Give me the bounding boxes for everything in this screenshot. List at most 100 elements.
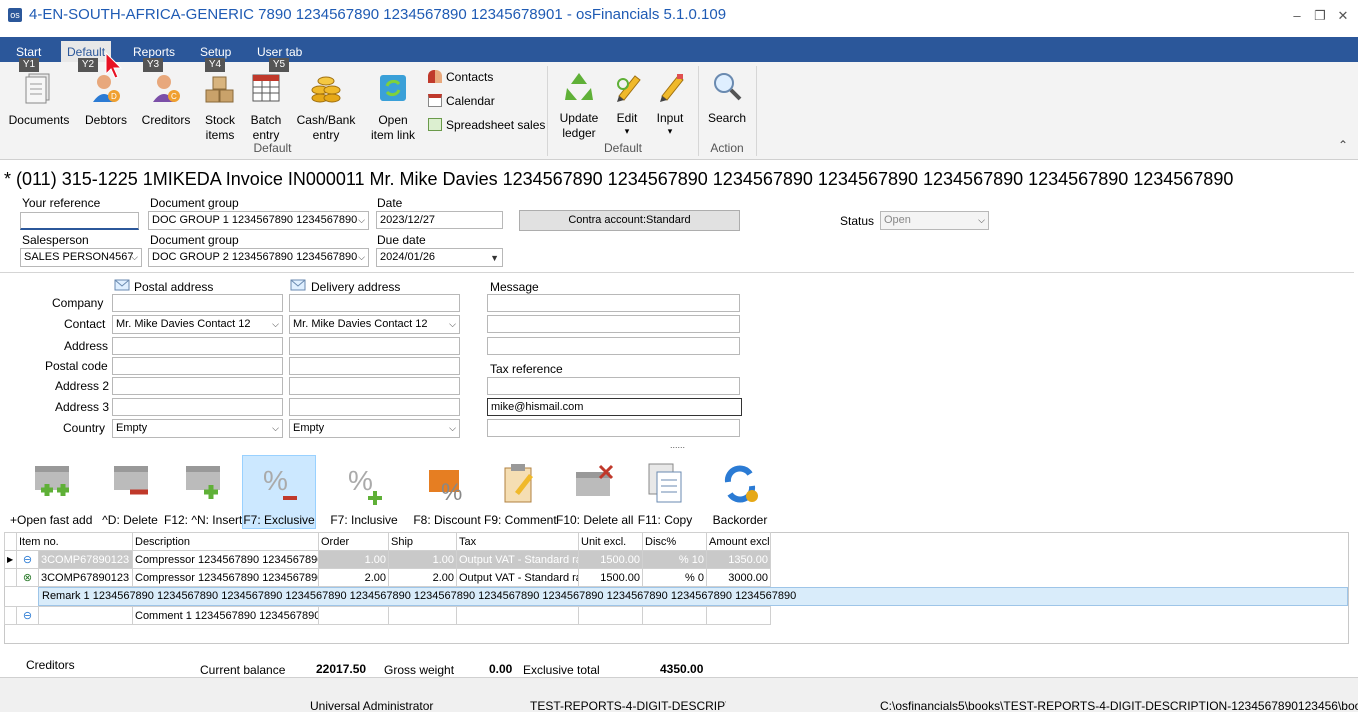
contacts-button[interactable]: Contacts xyxy=(428,70,493,84)
col-disc[interactable]: Disc% xyxy=(642,532,707,551)
stock-items-button[interactable]: Stock items xyxy=(200,72,240,143)
table-row[interactable]: ▶ ⊖ 3COMP67890123 Compressor 1234567890 … xyxy=(4,550,771,569)
col-unit-excl[interactable]: Unit excl. xyxy=(578,532,643,551)
message-line-3[interactable] xyxy=(487,337,740,355)
edit-button[interactable]: Edit ▾ xyxy=(608,70,646,136)
cell-description[interactable]: Compressor 1234567890 1234567890 xyxy=(132,550,319,569)
open-item-link-button[interactable]: Open item link xyxy=(366,72,420,143)
batch-entry-button[interactable]: Batch entry xyxy=(246,72,286,143)
delete-line-button[interactable]: ^D: Delete xyxy=(100,462,160,527)
cell-amount-excl[interactable]: 1350.00 xyxy=(706,550,771,569)
email-input[interactable]: mike@hismail.com xyxy=(487,398,742,416)
row-expand-icon[interactable]: ⊖ xyxy=(16,606,39,625)
postal-country-select[interactable]: Empty ⌵ xyxy=(112,419,283,438)
col-amount-excl[interactable]: Amount excl xyxy=(706,532,771,551)
cash-bank-entry-button[interactable]: Cash/Bank entry xyxy=(294,72,358,143)
collapse-ribbon-icon[interactable]: ⌃ xyxy=(1338,138,1348,152)
creditors-button[interactable]: C Creditors xyxy=(138,72,194,128)
menu-user-tab[interactable]: User tab xyxy=(257,45,302,59)
cell-disc[interactable]: % 0 xyxy=(642,568,707,587)
cell-amount-excl[interactable]: 3000.00 xyxy=(706,568,771,587)
delivery-code-input[interactable] xyxy=(289,357,460,375)
delivery-country-select[interactable]: Empty ⌵ xyxy=(289,419,460,438)
cell-ship[interactable]: 2.00 xyxy=(388,568,457,587)
document-group-select-2[interactable]: DOC GROUP 2 1234567890 1234567890 ⌵ xyxy=(148,248,369,267)
message-line-1[interactable] xyxy=(487,294,740,312)
cell-item-no[interactable] xyxy=(38,606,133,625)
open-fast-add-button[interactable]: +Open fast add xyxy=(10,462,92,527)
document-group-select-1[interactable]: DOC GROUP 1 1234567890 1234567890 ⌵ xyxy=(148,211,369,230)
col-item-no[interactable]: Item no. xyxy=(16,532,133,551)
cell-disc[interactable] xyxy=(642,606,707,625)
postal-company-input[interactable] xyxy=(112,294,283,312)
cell-unit-excl[interactable]: 1500.00 xyxy=(578,550,643,569)
postal-contact-select[interactable]: Mr. Mike Davies Contact 12 ⌵ xyxy=(112,315,283,334)
postal-address-input[interactable] xyxy=(112,337,283,355)
documents-button[interactable]: Documents xyxy=(6,72,72,128)
copy-button[interactable]: F11: Copy xyxy=(634,462,696,527)
delivery-address2-input[interactable] xyxy=(289,377,460,395)
cell-unit-excl[interactable]: 1500.00 xyxy=(578,568,643,587)
debtors-button[interactable]: D Debtors xyxy=(80,72,132,128)
table-row[interactable]: ⊗ 3COMP67890123 Compressor 1234567890 12… xyxy=(4,568,771,587)
cell-tax[interactable] xyxy=(456,606,579,625)
spreadsheet-sales-button[interactable]: Spreadsheet sales xyxy=(428,118,545,132)
cell-order[interactable] xyxy=(318,606,389,625)
delivery-address-input[interactable] xyxy=(289,337,460,355)
close-button[interactable]: ✕ xyxy=(1335,8,1351,24)
menu-setup[interactable]: Setup xyxy=(200,45,231,59)
cell-tax[interactable]: Output VAT - Standard rate xyxy=(456,550,579,569)
contra-account-button[interactable]: Contra account:Standard xyxy=(519,210,740,231)
insert-line-button[interactable]: F12: ^N: Insert xyxy=(164,462,242,527)
col-ship[interactable]: Ship xyxy=(388,532,457,551)
table-row[interactable]: ⊖ Comment 1 1234567890 1234567890 xyxy=(4,606,771,625)
cell-disc[interactable]: % 10 xyxy=(642,550,707,569)
inclusive-button[interactable]: % F7: Inclusive xyxy=(326,462,402,527)
discount-button[interactable]: % F8: Discount xyxy=(410,462,484,527)
postal-code-input[interactable] xyxy=(112,357,283,375)
cell-tax[interactable]: Output VAT - Standard rate xyxy=(456,568,579,587)
delete-all-button[interactable]: F10: Delete all xyxy=(556,462,633,527)
splitter-handle[interactable]: ...... xyxy=(670,440,685,450)
col-order[interactable]: Order xyxy=(318,532,389,551)
cell-order[interactable]: 1.00 xyxy=(318,550,389,569)
message-line-2[interactable] xyxy=(487,315,740,333)
input-button[interactable]: Input ▾ xyxy=(651,70,689,136)
postal-address2-input[interactable] xyxy=(112,377,283,395)
menu-start[interactable]: Start xyxy=(16,45,41,59)
cell-order[interactable]: 2.00 xyxy=(318,568,389,587)
extra-field-input[interactable] xyxy=(487,419,740,437)
your-reference-input[interactable] xyxy=(20,212,139,230)
postal-address3-input[interactable] xyxy=(112,398,283,416)
delivery-address3-input[interactable] xyxy=(289,398,460,416)
tax-reference-input[interactable] xyxy=(487,377,740,395)
minimize-button[interactable]: – xyxy=(1289,8,1305,24)
cell-amount-excl[interactable] xyxy=(706,606,771,625)
backorder-button[interactable]: Backorder xyxy=(706,462,774,527)
cell-ship[interactable] xyxy=(388,606,457,625)
cell-ship[interactable]: 1.00 xyxy=(388,550,457,569)
col-description[interactable]: Description xyxy=(132,532,319,551)
date-input[interactable]: 2023/12/27 xyxy=(376,211,503,229)
cell-item-no[interactable]: 3COMP67890123 xyxy=(38,550,133,569)
due-date-picker[interactable]: 2024/01/26 ▼ xyxy=(376,248,503,267)
cell-description[interactable]: Compressor 1234567890 1234567890 xyxy=(132,568,319,587)
search-button[interactable]: Search xyxy=(704,70,750,126)
remark-row[interactable]: Remark 1 1234567890 1234567890 123456789… xyxy=(38,587,1348,606)
cell-item-no[interactable]: 3COMP67890123 xyxy=(38,568,133,587)
restore-button[interactable]: ❐ xyxy=(1312,8,1328,24)
calendar-button[interactable]: Calendar xyxy=(428,94,495,108)
comment-button[interactable]: F9: Comment xyxy=(484,462,557,527)
delivery-company-input[interactable] xyxy=(289,294,460,312)
cell-comment[interactable]: Comment 1 1234567890 1234567890 xyxy=(132,606,319,625)
status-select[interactable]: Open ⌵ xyxy=(880,211,989,230)
exclusive-button[interactable]: % F7: Exclusive xyxy=(242,455,316,529)
update-ledger-button[interactable]: Update ledger xyxy=(554,70,604,141)
salesperson-select[interactable]: SALES PERSON4567 ⌵ xyxy=(20,248,142,267)
row-expand-icon[interactable]: ⊖ xyxy=(16,550,39,569)
delivery-contact-select[interactable]: Mr. Mike Davies Contact 12 ⌵ xyxy=(289,315,460,334)
menu-reports[interactable]: Reports xyxy=(133,45,175,59)
cell-unit-excl[interactable] xyxy=(578,606,643,625)
row-collapse-icon[interactable]: ⊗ xyxy=(16,568,39,587)
col-tax[interactable]: Tax xyxy=(456,532,579,551)
